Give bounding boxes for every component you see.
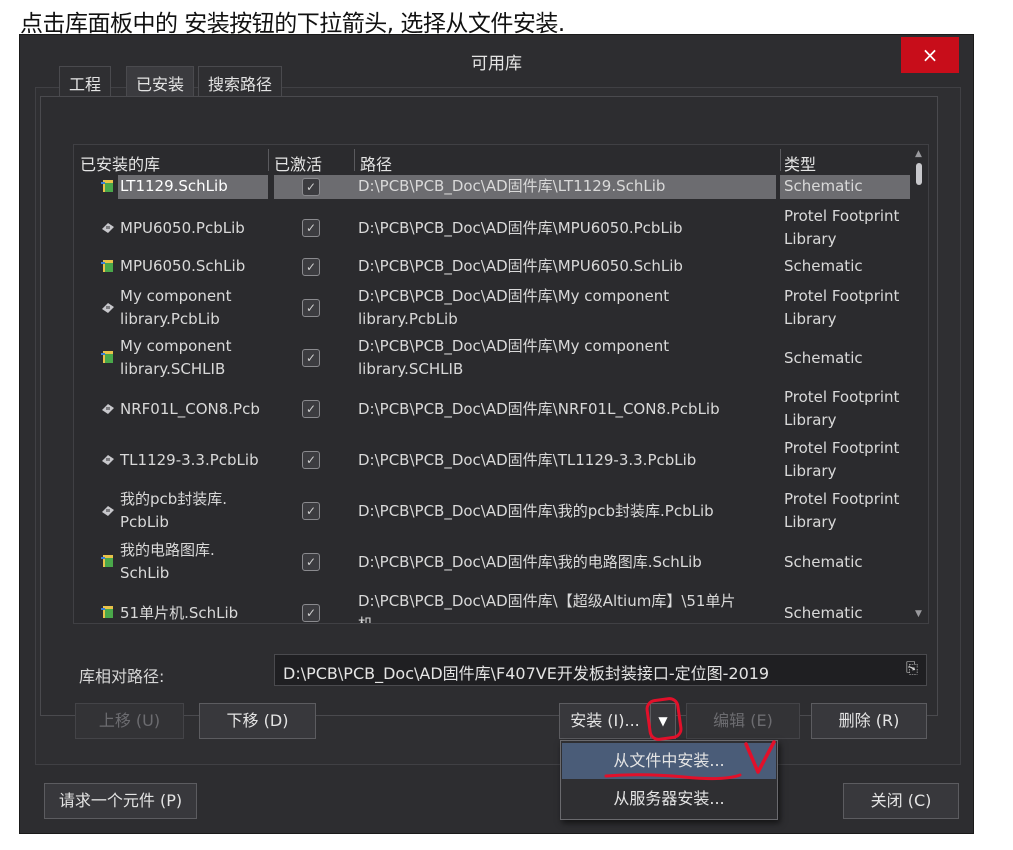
library-name: My component library.PcbLib: [120, 287, 232, 328]
library-name: My component library.SCHLIB: [120, 337, 232, 378]
table-row[interactable]: 我的电路图库. SchLib ✓ D:\PCB\PCB_Doc\AD固件库\我的电路…: [74, 539, 910, 585]
library-type: Protel Footprint Library: [784, 207, 900, 248]
library-path: D:\PCB\PCB_Doc\AD固件库\MPU6050.SchLib: [358, 257, 683, 275]
relative-path-value: D:\PCB\PCB_Doc\AD固件库\F407VE开发板封装接口-定位图-2…: [283, 664, 770, 683]
library-type: Schematic: [784, 604, 863, 622]
library-name: NRF01L_CON8.Pcb: [120, 400, 260, 418]
remove-button[interactable]: 删除 (R): [811, 703, 927, 739]
scroll-up-icon[interactable]: ▲: [915, 149, 922, 159]
active-checkbox[interactable]: ✓: [302, 451, 320, 469]
scroll-thumb[interactable]: [916, 163, 922, 185]
library-path: D:\PCB\PCB_Doc\AD固件库\MPU6050.PcbLib: [358, 219, 683, 237]
library-path: D:\PCB\PCB_Doc\AD固件库\My component librar…: [358, 337, 670, 378]
library-type: Schematic: [784, 257, 863, 275]
active-checkbox[interactable]: ✓: [302, 178, 320, 196]
library-path: D:\PCB\PCB_Doc\AD固件库\我的电路图库.SchLib: [358, 553, 702, 571]
pcblib-icon: [100, 299, 118, 317]
edit-button[interactable]: 编辑 (E): [686, 703, 800, 739]
move-up-button[interactable]: 上移 (U): [75, 703, 184, 739]
library-path: D:\PCB\PCB_Doc\AD固件库\【超级Altium库】\51单片 机: [358, 592, 736, 624]
header-active[interactable]: 已激活: [274, 151, 322, 175]
table-row[interactable]: NRF01L_CON8.Pcb ✓ D:\PCB\PCB_Doc\AD固件库\NRF…: [74, 386, 910, 432]
library-name: 51单片机.SchLib: [120, 604, 239, 622]
active-checkbox[interactable]: ✓: [302, 502, 320, 520]
table-row[interactable]: MPU6050.SchLib ✓ D:\PCB\PCB_Doc\AD固件库\MPU6…: [74, 255, 910, 279]
header-library[interactable]: 已安装的库: [80, 151, 160, 175]
tab-search-path[interactable]: 搜索路径: [198, 66, 283, 96]
instruction-text: 点击库面板中的 安装按钮的下拉箭头, 选择从文件安装.: [20, 11, 565, 37]
menu-item-install-from-server[interactable]: 从服务器安装...: [562, 781, 776, 817]
library-type: Protel Footprint Library: [784, 388, 900, 429]
pcblib-icon: [100, 400, 118, 418]
library-name: LT1129.SchLib: [118, 175, 268, 199]
library-type: Schematic: [784, 349, 863, 367]
close-icon[interactable]: ×: [901, 37, 959, 73]
schlib-icon: [100, 349, 118, 367]
annotation-circle: [644, 695, 684, 743]
pcblib-icon: [100, 502, 118, 520]
relative-path-field[interactable]: D:\PCB\PCB_Doc\AD固件库\F407VE开发板封装接口-定位图-2…: [274, 654, 927, 686]
pcblib-icon: [100, 219, 118, 237]
library-name: MPU6050.PcbLib: [120, 219, 245, 237]
library-path: D:\PCB\PCB_Doc\AD固件库\NRF01L_CON8.PcbLib: [358, 400, 720, 418]
tab-installed[interactable]: 已安装: [126, 66, 195, 96]
vertical-scrollbar[interactable]: ▲ ▼: [910, 145, 928, 623]
schlib-icon: [100, 178, 118, 196]
library-type: Schematic: [784, 553, 863, 571]
pcblib-icon: [100, 451, 118, 469]
library-name: TL1129-3.3.PcbLib: [120, 451, 259, 469]
library-path: D:\PCB\PCB_Doc\AD固件库\LT1129.SchLib: [354, 175, 776, 199]
active-checkbox[interactable]: ✓: [302, 400, 320, 418]
active-checkbox[interactable]: ✓: [302, 553, 320, 571]
library-type: Schematic: [780, 175, 910, 199]
schlib-icon: [100, 553, 118, 571]
active-checkbox[interactable]: ✓: [302, 349, 320, 367]
library-path: D:\PCB\PCB_Doc\AD固件库\TL1129-3.3.PcbLib: [358, 451, 697, 469]
library-type: Protel Footprint Library: [784, 439, 900, 480]
library-path: D:\PCB\PCB_Doc\AD固件库\我的pcb封装库.PcbLib: [358, 502, 714, 520]
move-down-button[interactable]: 下移 (D): [199, 703, 316, 739]
close-button[interactable]: 关闭 (C): [843, 783, 959, 819]
library-path: D:\PCB\PCB_Doc\AD固件库\My component librar…: [358, 287, 670, 328]
schlib-icon: [100, 258, 118, 276]
library-type: Protel Footprint Library: [784, 287, 900, 328]
table-row[interactable]: My component library.PcbLib ✓ D:\PCB\PCB_D…: [74, 285, 910, 331]
table-row[interactable]: LT1129.SchLib ✓ D:\PCB\PCB_Doc\AD固件库\LT112…: [74, 175, 910, 199]
library-name: 我的电路图库. SchLib: [120, 541, 215, 582]
table-row[interactable]: MPU6050.PcbLib ✓ D:\PCB\PCB_Doc\AD固件库\MPU6…: [74, 205, 910, 251]
active-checkbox[interactable]: ✓: [302, 219, 320, 237]
annotation-underline: [604, 773, 742, 781]
header-path[interactable]: 路径: [360, 151, 392, 175]
scroll-down-icon[interactable]: ▼: [915, 609, 922, 619]
active-checkbox[interactable]: ✓: [302, 604, 320, 622]
relative-path-label: 库相对路径:: [79, 667, 165, 686]
browse-folder-icon[interactable]: ⎘: [906, 659, 918, 677]
table-row[interactable]: 51单片机.SchLib ✓ D:\PCB\PCB_Doc\AD固件库\【超级Alt…: [74, 590, 910, 624]
table-row[interactable]: 我的pcb封装库. PcbLib ✓ D:\PCB\PCB_Doc\AD固件库\我的…: [74, 488, 910, 534]
library-type: Protel Footprint Library: [784, 490, 900, 531]
header-type[interactable]: 类型: [784, 151, 816, 175]
installed-libraries-table: 已安装的库 已激活 路径 类型 LT1129.SchLib ✓ D:\PCB\PCB…: [73, 144, 929, 624]
install-button[interactable]: 安装 (I)...: [559, 703, 651, 739]
active-checkbox[interactable]: ✓: [302, 299, 320, 317]
schlib-icon: [100, 604, 118, 622]
request-component-button[interactable]: 请求一个元件 (P): [44, 783, 197, 819]
library-name: 我的pcb封装库. PcbLib: [120, 490, 228, 531]
annotation-check-mark: [744, 740, 776, 774]
active-checkbox[interactable]: ✓: [302, 258, 320, 276]
table-row[interactable]: My component library.SCHLIB ✓ D:\PCB\PCB_D…: [74, 335, 910, 381]
table-header: 已安装的库 已激活 路径 类型: [74, 145, 910, 175]
library-name: MPU6050.SchLib: [120, 257, 246, 275]
table-row[interactable]: TL1129-3.3.PcbLib ✓ D:\PCB\PCB_Doc\AD固件库\T…: [74, 437, 910, 483]
tab-project[interactable]: 工程: [59, 66, 112, 96]
